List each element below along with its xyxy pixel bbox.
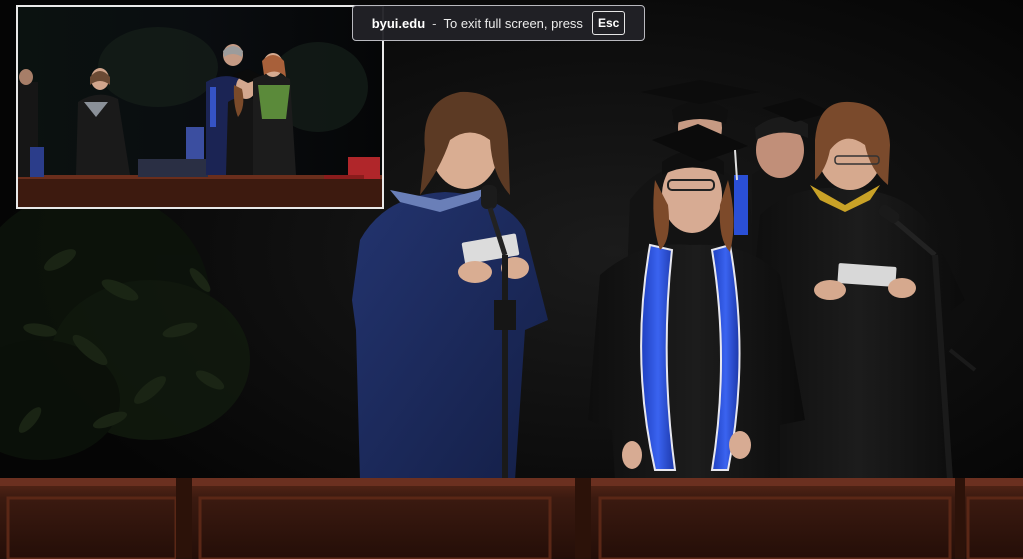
notice-message: To exit full screen, press: [443, 15, 583, 31]
notice-separator: -: [432, 15, 437, 31]
esc-key-badge: Esc: [591, 11, 626, 35]
notice-domain: byui.edu: [371, 15, 426, 31]
picture-in-picture-view: [16, 5, 384, 209]
fullscreen-exit-notice: byui.edu - To exit full screen, press Es…: [352, 5, 645, 41]
stage-front-panels: [0, 478, 1023, 559]
inset-stage-scene: [18, 7, 382, 207]
fullscreen-video-player[interactable]: byui.edu - To exit full screen, press Es…: [0, 0, 1023, 559]
